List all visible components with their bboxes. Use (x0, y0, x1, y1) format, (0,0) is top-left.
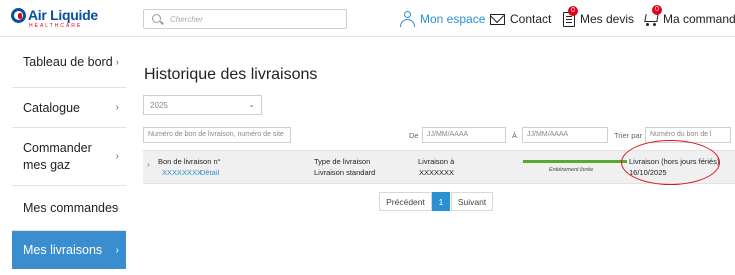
nav-mes-devis[interactable]: 0 Mes devis (563, 5, 635, 28)
nav-mon-espace[interactable]: Mon espace (400, 10, 485, 28)
logo-text: Air Liquide (28, 7, 98, 23)
year-select-value: 2025 (150, 101, 168, 110)
type-label: Type de livraison (314, 157, 371, 166)
year-select[interactable]: 2025 ⌄ (143, 95, 262, 115)
cart-icon: 0 (642, 5, 662, 26)
delivery-search-input[interactable]: Numéro de bon de livraison, numéro de si… (143, 127, 291, 143)
nav-ma-commande-label: Ma commande (663, 12, 735, 26)
from-date-label: De (409, 131, 419, 140)
air-liquide-logo[interactable]: Air Liquide HEALTHCARE (11, 7, 98, 32)
nav-mes-devis-label: Mes devis (580, 12, 635, 26)
annotation-circle (621, 140, 720, 185)
chevron-right-icon: › (115, 102, 119, 113)
search-box[interactable] (143, 9, 347, 29)
cart-count-badge: 0 (652, 5, 662, 15)
delivery-progress-bar (523, 160, 627, 163)
sidebar-item-label: Mes livraisons (23, 243, 103, 257)
sidebar-item-mes-livraisons[interactable]: Mes livraisons › (12, 231, 126, 269)
to-date-input[interactable]: JJ/MM/AAAA (522, 127, 608, 143)
chevron-down-icon: ⌄ (248, 100, 255, 109)
sidebar-item-tableau-de-bord[interactable]: Tableau de bord › (12, 37, 126, 88)
logo-mark-icon (11, 8, 26, 23)
sort-select-value: Numéro du bon de l (650, 131, 712, 138)
sort-label: Trier par (614, 131, 643, 140)
from-date-input[interactable]: JJ/MM/AAAA (422, 127, 506, 143)
to-date-placeholder: JJ/MM/AAAA (527, 131, 569, 138)
document-icon: 0 (563, 5, 578, 27)
devis-count-badge: 0 (568, 5, 578, 16)
sidebar-item-commander-mes-gaz[interactable]: Commander mes gaz › (12, 128, 126, 186)
chevron-right-icon: › (115, 202, 119, 214)
pagination-next-button[interactable]: Suivant (451, 192, 493, 211)
bon-label: Bon de livraison n° (158, 157, 221, 166)
sidebar-item-mes-commandes[interactable]: Mes commandes › (12, 186, 126, 231)
user-icon (400, 11, 415, 27)
delivery-status: Entièrement livrée (549, 167, 594, 173)
search-input[interactable] (170, 12, 340, 26)
nav-contact-label: Contact (510, 12, 552, 26)
sidebar-item-label: Mes commandes (23, 201, 119, 215)
logo-subtitle: HEALTHCARE (29, 23, 83, 29)
chevron-right-icon: › (115, 151, 119, 162)
sidebar-item-catalogue[interactable]: Catalogue › (12, 88, 126, 128)
pagination-prev-button[interactable]: Précédent (379, 192, 432, 211)
nav-contact[interactable]: Contact (490, 10, 551, 28)
chevron-right-icon[interactable]: › (147, 160, 150, 169)
sidebar-item-label: Tableau de bord (23, 55, 113, 69)
livraison-a-value: XXXXXXX (419, 168, 455, 177)
chevron-right-icon: › (115, 244, 119, 256)
page-title: Historique des livraisons (144, 66, 318, 83)
sidebar-item-label: Commander mes gaz (23, 140, 92, 172)
chevron-right-icon: › (115, 56, 119, 68)
header-bar: Air Liquide HEALTHCARE Mon espace Contac… (0, 0, 735, 37)
type-value: Livraison standard (314, 168, 376, 177)
nav-mon-espace-label: Mon espace (420, 12, 486, 26)
pagination-page-1[interactable]: 1 (432, 192, 450, 211)
nav-ma-commande[interactable]: 0 Ma commande (642, 5, 735, 28)
from-date-placeholder: JJ/MM/AAAA (427, 131, 469, 138)
livraison-a-label: Livraison à (418, 157, 455, 166)
delivery-search-placeholder: Numéro de bon de livraison, numéro de si… (148, 131, 284, 138)
bon-number: XXXXXXXX (162, 168, 203, 177)
detail-link[interactable]: Détail (200, 168, 219, 177)
mail-icon (490, 13, 505, 25)
search-icon (152, 14, 161, 23)
sidebar-item-label: Catalogue (23, 100, 80, 115)
to-date-label: À (512, 131, 518, 140)
sidebar: Tableau de bord › Catalogue › Commander … (12, 37, 126, 275)
